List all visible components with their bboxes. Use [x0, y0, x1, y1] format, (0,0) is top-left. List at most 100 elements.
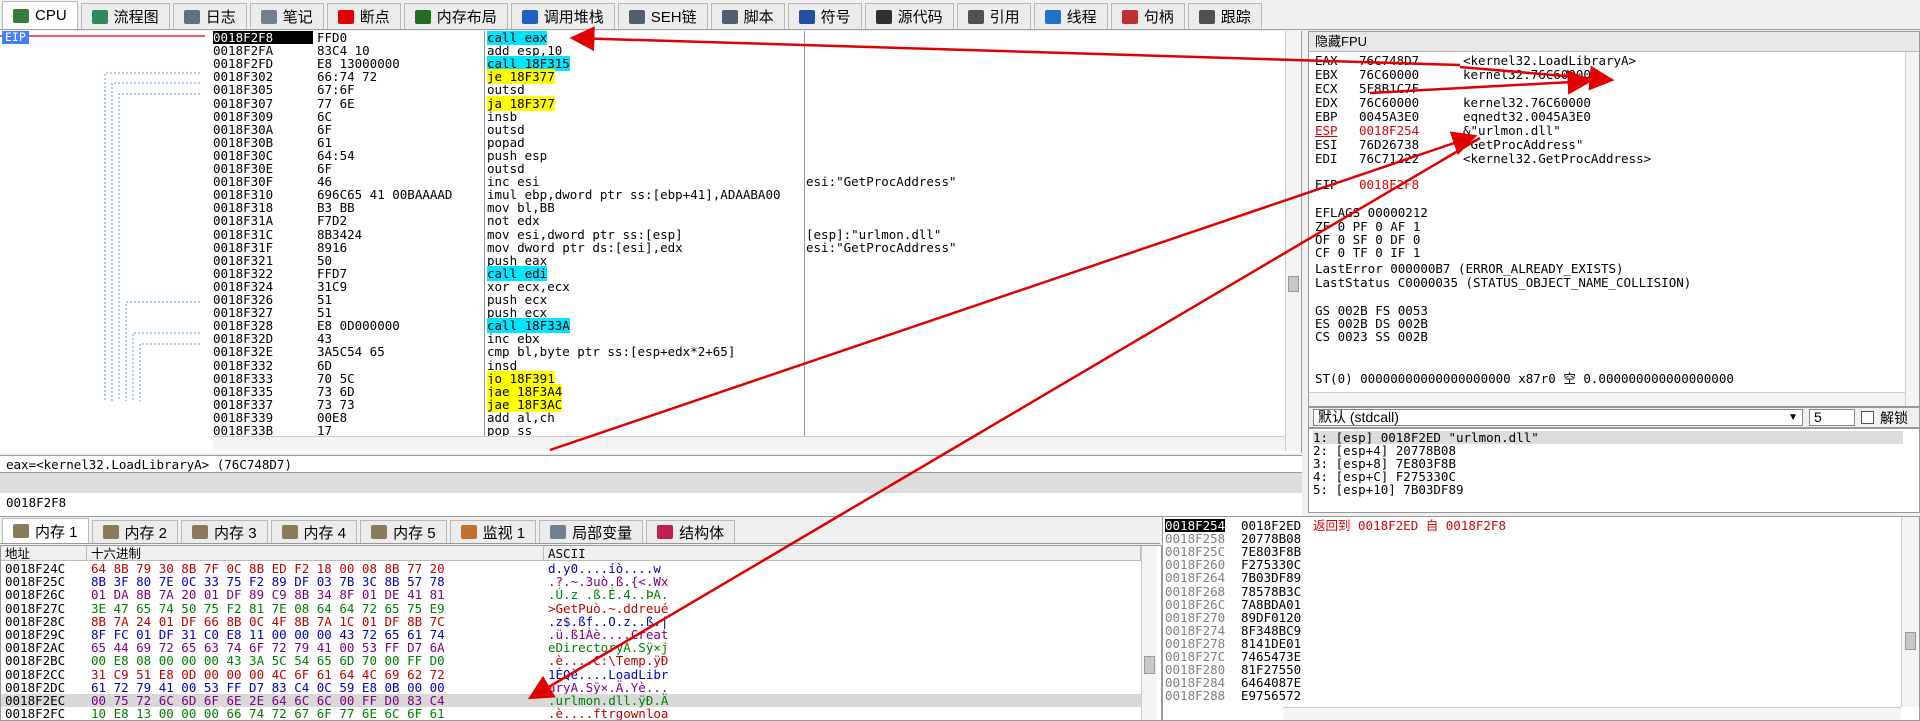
register-ebx[interactable]: EBX 76C60000 kernel32.76C60000: [1315, 68, 1591, 82]
stack-row[interactable]: 0018F26C 7A8BDA01: [1163, 598, 1901, 611]
dump-row[interactable]: 0018F2EC 00 75 72 6C 6D 6F 6E 2E 64 6C 6C…: [1, 694, 1141, 707]
stack-row[interactable]: 0018F25C 7E803F8B: [1163, 545, 1901, 558]
tab-memory-4[interactable]: 内存 4: [270, 520, 358, 543]
tab-script[interactable]: 脚本: [710, 3, 785, 29]
disasm-row[interactable]: 0018F30E 6F outsd: [0, 162, 1285, 175]
register-esp[interactable]: ESP 0018F254 &"urlmon.dll": [1315, 124, 1561, 138]
call-argument-row[interactable]: 5: [esp+10] 7B03DF89: [1313, 483, 1464, 496]
disasm-row[interactable]: 0018F335 73 6D jae 18F3A4: [0, 383, 1285, 399]
disasm-row[interactable]: 0018F339 00E8 add al,ch: [0, 411, 1285, 424]
tab-cpu[interactable]: CPU: [2, 1, 78, 29]
stack-row[interactable]: 0018F260 F275330C: [1163, 558, 1901, 571]
dump-row[interactable]: 0018F2AC 65 44 69 72 65 63 74 6F 72 79 41…: [1, 641, 1141, 654]
stack-row[interactable]: 0018F284 6464087E: [1163, 676, 1901, 689]
register-eax[interactable]: EAX 76C748D7 <kernel32.LoadLibraryA>: [1315, 54, 1636, 68]
disasm-row[interactable]: 0018F333 70 5C jo 18F391: [0, 370, 1285, 386]
stack-row[interactable]: 0018F270 89DF0120: [1163, 611, 1901, 624]
register-esi[interactable]: ESI 76D26738 "GetProcAddress": [1315, 138, 1583, 152]
dump-row[interactable]: 0018F2CC 31 C9 51 E8 0D 00 00 00 4C 6F 61…: [1, 668, 1141, 681]
disasm-row[interactable]: 0018F307 77 6E ja 18F377: [0, 95, 1285, 111]
unlock-checkbox[interactable]: [1861, 411, 1874, 424]
disasm-row[interactable]: 0018F309 6C insb: [0, 110, 1285, 123]
tab-handles[interactable]: 句柄: [1110, 3, 1185, 29]
arg-count-spinner[interactable]: 5: [1809, 409, 1855, 426]
stack-row[interactable]: 0018F254 0018F2ED 返回到 0018F2ED 自 0018F2F8: [1163, 519, 1901, 532]
stack-row[interactable]: 0018F268 78578B3C: [1163, 585, 1901, 598]
disasm-row[interactable]: 0018F30C 64:54 push esp: [0, 149, 1285, 162]
disasm-row[interactable]: 0018F31F 8916 mov dword ptr ds:[esi],edx es…: [0, 241, 1285, 254]
tab-threads[interactable]: 线程: [1033, 3, 1108, 29]
dump-row[interactable]: 0018F2BC 00 E8 08 00 00 00 43 3A 5C 54 65…: [1, 654, 1141, 667]
stack-row[interactable]: 0018F280 81F27550: [1163, 663, 1901, 676]
dump-row[interactable]: 0018F29C 8F FC 01 DF 31 C0 E8 11 00 00 00…: [1, 628, 1141, 641]
registers-panel[interactable]: 隐藏FPU EAX 76C748D7 <kernel32.LoadLibraryA>…: [1308, 31, 1920, 407]
stack-row[interactable]: 0018F27C 7465473E: [1163, 650, 1901, 663]
stack-hscroll[interactable]: [1283, 707, 1901, 720]
tab-breakpoint[interactable]: 断点: [326, 3, 401, 29]
disasm-row[interactable]: 0018F31A F7D2 not edx: [0, 214, 1285, 227]
register-ebp[interactable]: EBP 0045A3E0 eqnedt32.0045A3E0: [1315, 110, 1591, 124]
tab-symbols[interactable]: 符号: [787, 3, 862, 29]
disasm-row[interactable]: 0018F30F 46 inc esi esi:"GetProcAddress": [0, 175, 1285, 188]
disasm-row[interactable]: 0018F30A 6F outsd: [0, 123, 1285, 136]
vertical-scrollbar[interactable]: [1285, 31, 1301, 451]
stack-row[interactable]: 0018F278 8141DE01: [1163, 637, 1901, 650]
tab-memory-5[interactable]: 内存 5: [360, 520, 447, 543]
disasm-row[interactable]: 0018F327 51 push ecx: [0, 306, 1285, 319]
dump-row[interactable]: 0018F24C 64 8B 79 30 8B 7F 0C 8B ED F2 18…: [1, 562, 1141, 575]
disasm-row[interactable]: 0018F32D 43 inc ebx: [0, 332, 1285, 345]
disasm-row[interactable]: 0018F310 696C65 41 00BAAAAD imul ebp,dword…: [0, 188, 1285, 201]
tab-seh[interactable]: SEH链: [617, 3, 708, 29]
stack-row[interactable]: 0018F274 8F348BC9: [1163, 624, 1901, 637]
disasm-row[interactable]: 0018F32E 3A5C54 65 cmp bl,byte ptr ss:[esp…: [0, 345, 1285, 358]
disasm-row[interactable]: 0018F326 51 push ecx: [0, 293, 1285, 306]
tab-call-stack[interactable]: 调用堆栈: [510, 3, 615, 29]
calling-convention-select[interactable]: 默认 (stdcall) ▼: [1313, 409, 1803, 426]
disasm-row[interactable]: 0018F2FD E8 13000000 call 18F315: [0, 56, 1285, 72]
memory-dump-view[interactable]: 地址 十六进制 ASCII 0018F24C 64 8B 79 30 8B 7F …: [0, 545, 1162, 721]
disasm-row[interactable]: 0018F322 FFD7 call edi: [0, 265, 1285, 281]
tab-memory-map[interactable]: 内存布局: [403, 3, 508, 29]
disasm-row[interactable]: 0018F2FA 83C4 10 add esp,10: [0, 44, 1285, 57]
tab-graph[interactable]: 流程图: [80, 3, 170, 29]
dump-row[interactable]: 0018F25C 8B 3F 80 7E 0C 33 75 F2 89 DF 03…: [1, 575, 1141, 588]
dump-row[interactable]: 0018F27C 3E 47 65 74 50 75 F2 81 7E 08 64…: [1, 602, 1141, 615]
tab-log[interactable]: 日志: [172, 3, 247, 29]
dump-vscroll[interactable]: [1141, 546, 1157, 720]
tab-watch-1[interactable]: 监视 1: [449, 520, 537, 543]
disasm-row[interactable]: 0018F324 31C9 xor ecx,ecx: [0, 280, 1285, 293]
disasm-row[interactable]: 0018F30B 61 popad: [0, 136, 1285, 149]
disasm-row[interactable]: 0018F305 67:6F outsd: [0, 83, 1285, 96]
tab-struct[interactable]: 结构体: [646, 520, 736, 543]
disasm-row[interactable]: 0018F2F8 FFD0 call eax: [0, 31, 1285, 45]
disasm-row[interactable]: 0018F332 6D insd: [0, 359, 1285, 372]
dump-row[interactable]: 0018F2DC 61 72 79 41 00 53 FF D7 83 C4 0C…: [1, 681, 1141, 694]
tab-memory-2[interactable]: 内存 2: [91, 520, 179, 543]
disasm-row[interactable]: 0018F302 66:74 72 je 18F377: [0, 69, 1285, 85]
tab-memory-3[interactable]: 内存 3: [181, 520, 268, 543]
register-ecx[interactable]: ECX 5F8B1C7F: [1315, 82, 1463, 96]
hide-fpu-button[interactable]: 隐藏FPU: [1309, 32, 1919, 52]
tab-source[interactable]: 源代码: [864, 3, 954, 29]
stack-view[interactable]: 0018F254 0018F2ED 返回到 0018F2ED 自 0018F2F8 0…: [1162, 516, 1920, 721]
disassembly-view[interactable]: EIP 0018F2F8 FFD0 call eax 0018F2FA 83C4 10 a…: [0, 31, 1302, 453]
disasm-row[interactable]: 0018F321 50 push eax: [0, 254, 1285, 267]
tab-trace[interactable]: 跟踪: [1187, 3, 1262, 29]
tab-references[interactable]: 引用: [956, 3, 1031, 29]
stack-row[interactable]: 0018F288 E9756572: [1163, 689, 1901, 702]
call-arguments-list[interactable]: 1: [esp] 0018F2ED "urlmon.dll" 2: [esp+4]…: [1308, 428, 1920, 513]
dump-row[interactable]: 0018F2FC 10 E8 13 00 00 00 66 74 72 67 6F…: [1, 707, 1141, 720]
horizontal-scrollbar[interactable]: [213, 436, 1285, 451]
disasm-row[interactable]: 0018F31C 8B3424 mov esi,dword ptr ss:[esp]…: [0, 228, 1285, 241]
tab-locals[interactable]: 局部变量: [539, 520, 644, 543]
tab-notes[interactable]: 笔记: [249, 3, 324, 29]
dump-row[interactable]: 0018F28C 8B 7A 24 01 DF 66 8B 0C 4F 8B 7A…: [1, 615, 1141, 628]
disasm-row[interactable]: 0018F318 B3 BB mov bl,BB: [0, 201, 1285, 214]
disasm-row[interactable]: 0018F328 E8 0D000000 call 18F33A: [0, 318, 1285, 334]
disasm-row[interactable]: 0018F337 73 73 jae 18F3AC: [0, 396, 1285, 412]
dump-row[interactable]: 0018F26C 01 DA 8B 7A 20 01 DF 89 C9 8B 34…: [1, 588, 1141, 601]
register-edi[interactable]: EDI 76C71222 <kernel32.GetProcAddress>: [1315, 152, 1651, 166]
register-edx[interactable]: EDX 76C60000 kernel32.76C60000: [1315, 96, 1591, 110]
tab-memory-1[interactable]: 内存 1: [2, 518, 89, 543]
stack-row[interactable]: 0018F258 20778B08: [1163, 532, 1901, 545]
